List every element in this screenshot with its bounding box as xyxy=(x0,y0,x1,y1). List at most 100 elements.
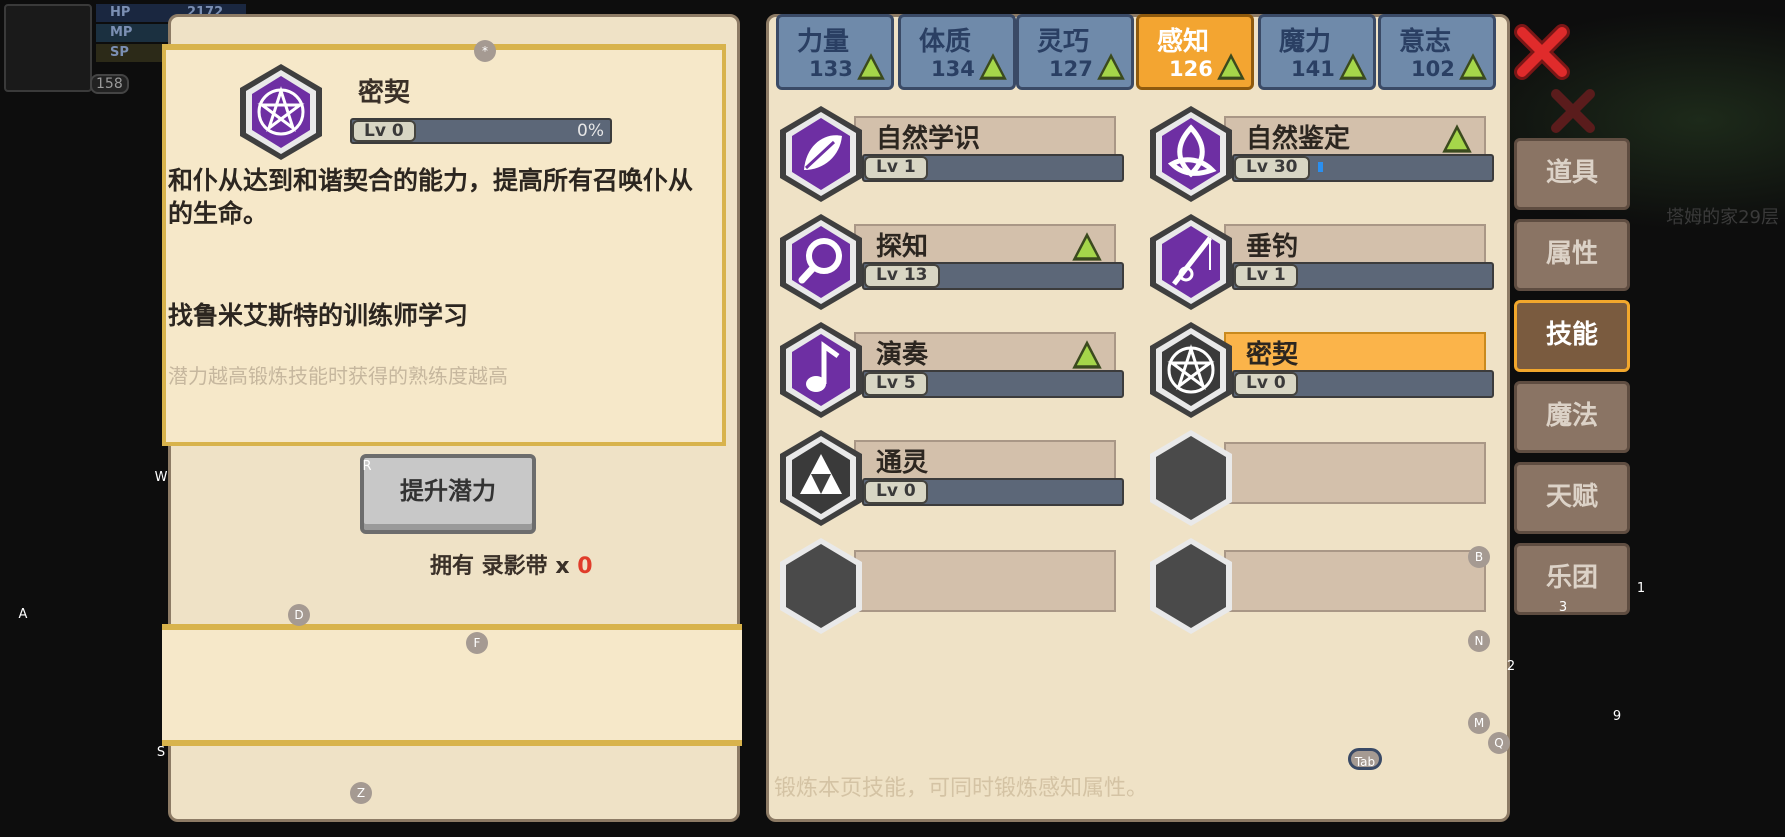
key-hint-z: Z xyxy=(350,782,372,804)
skill-level-bar: Lv 0 xyxy=(862,478,1124,506)
attribute-tab[interactable]: 魔力 141 xyxy=(1258,14,1376,90)
music-note-icon xyxy=(780,322,862,418)
attribute-tab-name: 体质 xyxy=(919,27,972,57)
sp-label: SP xyxy=(110,45,129,60)
attribute-tab-value: 126 xyxy=(1169,57,1213,81)
skill-level-bar: Lv 30 xyxy=(1232,154,1494,182)
key-hint-2: 2 xyxy=(1506,659,1516,674)
pentagram-icon xyxy=(1150,322,1232,418)
side-tab[interactable]: 属性 xyxy=(1514,219,1630,291)
triquetra-icon xyxy=(1150,106,1232,202)
key-hint-3: 3 xyxy=(1558,600,1568,615)
page-footer-hint: 锻炼本页技能，可同时锻炼感知属性。 xyxy=(774,776,1149,801)
attribute-tab-value: 134 xyxy=(931,57,975,81)
key-hint-s: S xyxy=(156,745,166,760)
key-hint-q: Q xyxy=(1488,732,1510,754)
attribute-tab-value: 102 xyxy=(1411,57,1455,81)
key-hint-m: M xyxy=(1468,712,1490,734)
videotape-count-value: 0 xyxy=(577,554,593,579)
attribute-tab-value: 127 xyxy=(1049,57,1093,81)
side-tab[interactable]: 魔法 xyxy=(1514,381,1630,453)
key-hint-w: W xyxy=(154,470,168,485)
skill-level-label: Lv 0 xyxy=(864,480,928,504)
skill-name: 自然学识 xyxy=(876,124,981,154)
skill-level-label: Lv 1 xyxy=(864,156,928,180)
player-portrait[interactable] xyxy=(4,4,92,92)
key-hint-star: * xyxy=(474,40,496,62)
skill-level-label: Lv 0 xyxy=(1234,372,1298,396)
skill-card[interactable]: 自然鉴定 Lv 30 xyxy=(1146,104,1494,202)
potential-hint: 潜力越高锻炼技能时获得的熟练度越高 xyxy=(168,364,508,388)
skill-card[interactable]: 演奏 Lv 5 xyxy=(776,320,1124,418)
level-up-arrow-icon xyxy=(979,53,1007,80)
level-up-arrow-icon xyxy=(1217,53,1245,80)
attribute-tab-value: 141 xyxy=(1291,57,1335,81)
skill-level-label: Lv 13 xyxy=(864,264,940,288)
skill-name: 垂钓 xyxy=(1246,232,1299,262)
close-icon[interactable] xyxy=(1512,22,1572,82)
attribute-tab[interactable]: 感知 126 xyxy=(1136,14,1254,90)
empty-hex-icon xyxy=(780,538,862,634)
empty-hex-icon xyxy=(1150,430,1232,526)
key-hint-n: N xyxy=(1468,630,1490,652)
key-hint-tab: Tab xyxy=(1348,748,1382,770)
empty-slot-plate xyxy=(1224,442,1486,504)
key-hint-d: D xyxy=(288,604,310,626)
empty-skill-slot xyxy=(1146,428,1486,526)
skill-card[interactable]: 探知 Lv 13 xyxy=(776,212,1124,310)
skill-level-label: Lv 1 xyxy=(1234,264,1298,288)
magnifier-icon xyxy=(780,214,862,310)
skill-name: 演奏 xyxy=(876,340,929,370)
empty-slot-plate xyxy=(1224,550,1486,612)
side-tab[interactable]: 天赋 xyxy=(1514,462,1630,534)
fishing-rod-icon xyxy=(1150,214,1232,310)
triforce-icon xyxy=(780,430,862,526)
level-up-arrow-icon xyxy=(1072,232,1102,261)
skill-card[interactable]: 自然学识 Lv 1 xyxy=(776,104,1124,202)
level-up-arrow-icon xyxy=(857,53,885,80)
level-up-arrow-icon xyxy=(1442,124,1472,153)
skill-card[interactable]: 密契 Lv 0 xyxy=(1146,320,1494,418)
level-up-arrow-icon xyxy=(1339,53,1367,80)
skill-name: 探知 xyxy=(876,232,929,262)
skill-level-bar: Lv 13 xyxy=(862,262,1124,290)
key-hint-b: B xyxy=(1468,546,1490,568)
level-up-arrow-icon xyxy=(1459,53,1487,80)
secondary-close-icon[interactable] xyxy=(1548,86,1598,136)
skill-level-label: Lv 0 xyxy=(352,120,416,142)
skill-progress-percent: 0% xyxy=(577,121,604,141)
side-tab[interactable]: 技能 xyxy=(1514,300,1630,372)
key-hint-9: 9 xyxy=(1612,709,1622,724)
skill-progress-fill xyxy=(1318,162,1323,172)
pentagram-icon xyxy=(240,64,322,160)
skill-level-label: Lv 30 xyxy=(1234,156,1310,180)
key-hint-f: F xyxy=(466,632,488,654)
skill-level-bar: Lv 0 0% xyxy=(350,118,612,144)
trainer-info: 找鲁米艾斯特的训练师学习 xyxy=(168,301,469,330)
mp-label: MP xyxy=(110,25,133,40)
skill-level-bar: Lv 1 xyxy=(862,154,1124,182)
empty-slot-plate xyxy=(854,550,1116,612)
skill-name: 自然鉴定 xyxy=(1246,124,1351,154)
skill-title: 密契 xyxy=(358,78,411,108)
attribute-tab-value: 133 xyxy=(809,57,853,81)
skill-description: 和仆从达到和谐契合的能力，提高所有召唤仆从的生命。 xyxy=(168,166,694,228)
increase-potential-button[interactable]: 提升潜力 xyxy=(360,454,536,534)
skill-level-bar: Lv 0 xyxy=(1232,370,1494,398)
attribute-tab-name: 灵巧 xyxy=(1037,27,1090,57)
skill-card[interactable]: 垂钓 Lv 1 xyxy=(1146,212,1494,310)
hp-label: HP xyxy=(110,5,131,20)
skill-name: 通灵 xyxy=(876,448,929,478)
skill-card[interactable]: 通灵 Lv 0 xyxy=(776,428,1124,526)
attribute-tab[interactable]: 力量 133 xyxy=(776,14,894,90)
attribute-tab[interactable]: 灵巧 127 xyxy=(1016,14,1134,90)
empty-hex-icon xyxy=(1150,538,1232,634)
leaf-icon xyxy=(780,106,862,202)
videotape-label: 拥有 录影带 x xyxy=(430,554,570,579)
attribute-tab[interactable]: 意志 102 xyxy=(1378,14,1496,90)
empty-skill-slot xyxy=(1146,536,1486,634)
lower-info-box xyxy=(162,624,742,746)
side-tab[interactable]: 道具 xyxy=(1514,138,1630,210)
skill-name: 密契 xyxy=(1246,340,1299,370)
attribute-tab[interactable]: 体质 134 xyxy=(898,14,1016,90)
